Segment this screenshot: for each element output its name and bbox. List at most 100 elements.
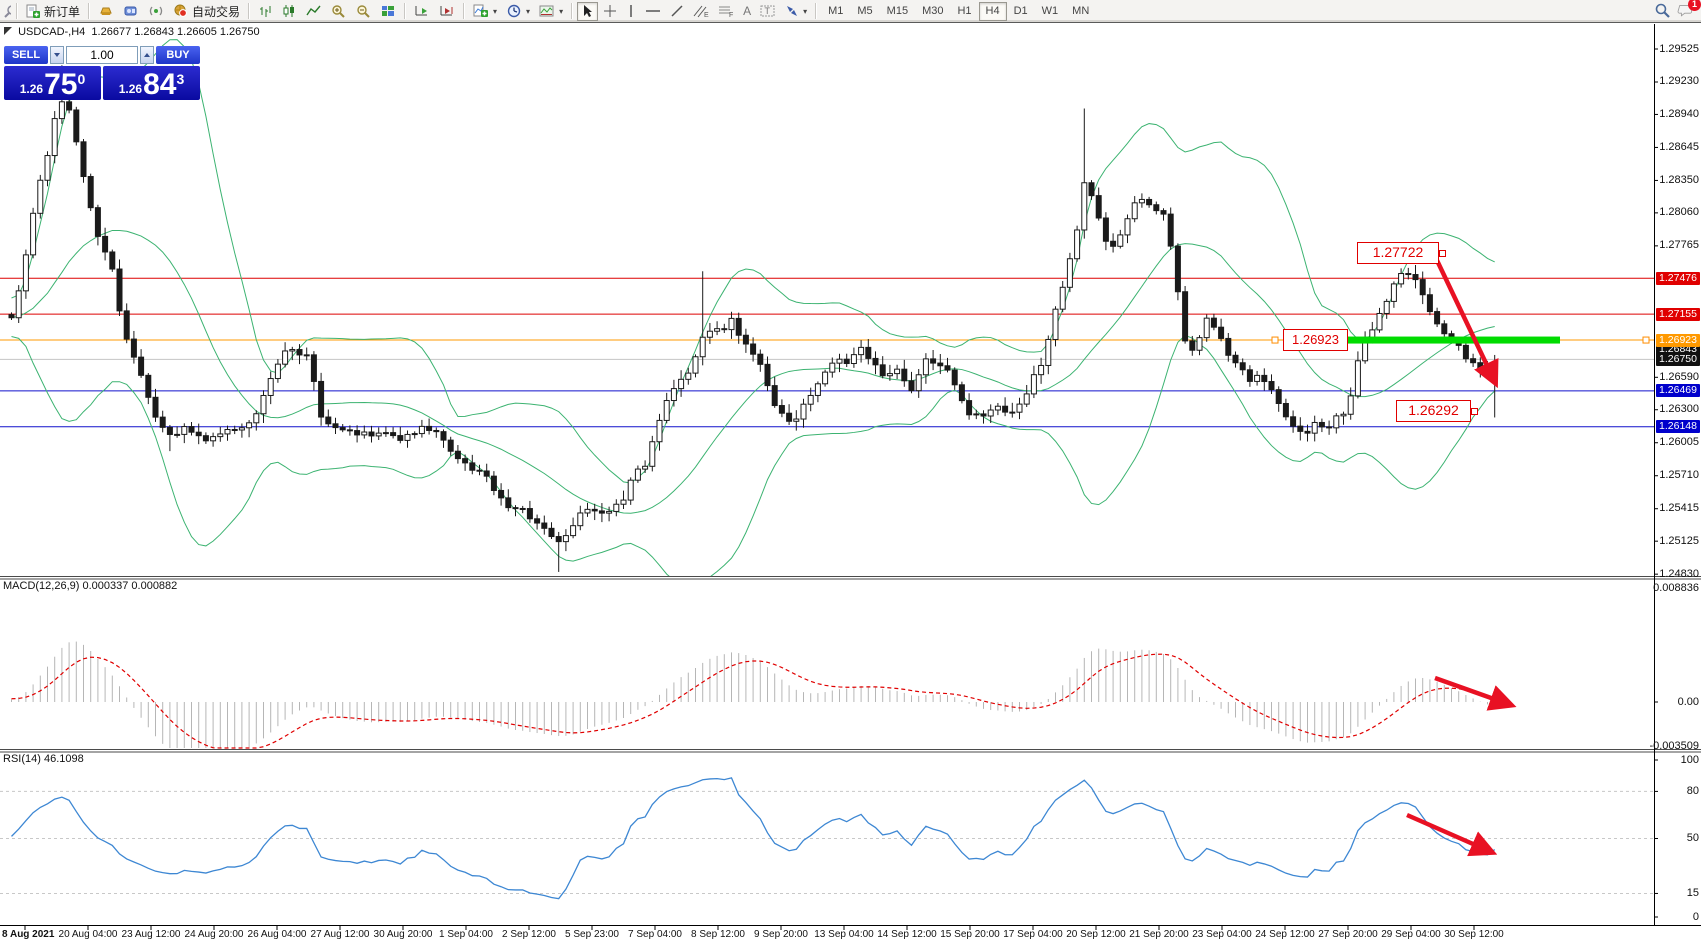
volume-input[interactable]: 1.00 xyxy=(66,46,138,64)
time-label: 2 Sep 12:00 xyxy=(502,929,556,940)
timeframe-H1[interactable]: H1 xyxy=(950,2,978,21)
sell-price-box[interactable]: 1.26 75 0 xyxy=(4,66,101,100)
toolbar-separator xyxy=(88,3,90,19)
text-button[interactable]: A xyxy=(739,2,755,21)
indicators-button[interactable]: ▾ xyxy=(469,2,501,21)
time-label: 8 Sep 12:00 xyxy=(691,929,745,940)
tile-windows-button[interactable] xyxy=(376,2,400,21)
timeframe-M1[interactable]: M1 xyxy=(821,2,850,21)
autotrading-label: 自动交易 xyxy=(192,3,240,20)
time-label: 5 Sep 23:00 xyxy=(565,929,619,940)
volume-increase-button[interactable] xyxy=(140,46,154,64)
collapse-icon[interactable] xyxy=(4,27,12,35)
toolbar-separator xyxy=(248,3,250,19)
price-tick-label: 1.27765 xyxy=(1659,239,1699,252)
arrows-icon xyxy=(785,4,799,18)
buy-price-box[interactable]: 1.26 84 3 xyxy=(103,66,200,100)
signals-button[interactable] xyxy=(144,2,168,21)
new-order-icon xyxy=(26,4,41,19)
bar-chart-button[interactable] xyxy=(254,2,277,21)
crosshair-icon xyxy=(603,4,617,18)
new-order-button[interactable]: 新订单 xyxy=(22,2,84,21)
buy-price-pip: 3 xyxy=(176,71,184,87)
time-label: 26 Aug 04:00 xyxy=(248,929,307,940)
market-watch-button[interactable] xyxy=(94,2,118,21)
cursor-button[interactable] xyxy=(577,2,598,21)
sell-button[interactable]: SELL xyxy=(4,46,48,64)
price-marker-label: 1.26469 xyxy=(1656,384,1700,397)
vertical-line-button[interactable] xyxy=(622,2,640,21)
rsi-label: RSI(14) 46.1098 xyxy=(3,753,84,765)
price-marker-label: 1.27476 xyxy=(1656,272,1700,285)
annotation-high[interactable]: 1.27722 xyxy=(1357,242,1439,264)
fibonacci-button[interactable]: F xyxy=(714,2,738,21)
timeframe-M15[interactable]: M15 xyxy=(880,2,915,21)
price-tick-label: 80 xyxy=(1687,785,1699,798)
svg-text:E: E xyxy=(704,12,709,18)
cursor-icon xyxy=(581,4,594,18)
autotrading-button[interactable]: 自动交易 xyxy=(169,2,244,21)
templates-button[interactable]: ▾ xyxy=(535,2,567,21)
price-tick-label: 1.24830 xyxy=(1659,568,1699,581)
auto-scroll-button[interactable] xyxy=(410,2,434,21)
periods-button[interactable]: ▾ xyxy=(502,2,534,21)
price-tick-label: 1.26005 xyxy=(1659,436,1699,449)
price-tick-label: 1.28645 xyxy=(1659,141,1699,154)
notifications-icon[interactable]: 1 xyxy=(1677,3,1695,19)
annotation-anchor xyxy=(1471,408,1478,415)
channel-button[interactable]: E xyxy=(689,2,713,21)
new-order-label: 新订单 xyxy=(44,3,80,20)
horizontal-line-icon xyxy=(645,4,661,18)
annotation-mid[interactable]: 1.26923 xyxy=(1283,329,1348,351)
price-tick-label: 1.25415 xyxy=(1659,502,1699,515)
trendline-icon xyxy=(670,4,684,18)
price-tick-label: 50 xyxy=(1687,832,1699,845)
time-label: 29 Sep 04:00 xyxy=(1381,929,1441,940)
timeframe-D1[interactable]: D1 xyxy=(1007,2,1035,21)
price-axis[interactable]: 1.295251.292301.289401.286451.283501.280… xyxy=(1655,0,1701,943)
search-icon[interactable] xyxy=(1654,3,1671,19)
toolbar-separator xyxy=(815,3,817,19)
price-tick-label: 0 xyxy=(1693,911,1699,924)
price-tick-label: 15 xyxy=(1687,887,1699,900)
volume-decrease-button[interactable] xyxy=(50,46,64,64)
price-tick-label: 1.25125 xyxy=(1659,535,1699,548)
navigator-button[interactable] xyxy=(119,2,143,21)
horizontal-line-button[interactable] xyxy=(641,2,665,21)
zoom-in-button[interactable] xyxy=(326,2,350,21)
mt4-window: 新订单 自动交易 ▾ ▾ ▾ E F A T ▾ M xyxy=(0,0,1701,943)
timeframe-W1[interactable]: W1 xyxy=(1035,2,1066,21)
arrows-button[interactable]: ▾ xyxy=(781,2,811,21)
timeframe-M5[interactable]: M5 xyxy=(850,2,879,21)
time-axis[interactable]: 8 Aug 202120 Aug 04:0023 Aug 12:0024 Aug… xyxy=(0,928,1654,943)
crosshair-button[interactable] xyxy=(599,2,621,21)
line-chart-button[interactable] xyxy=(302,2,325,21)
trendline-button[interactable] xyxy=(666,2,688,21)
chart-canvas[interactable] xyxy=(0,0,1701,943)
candlestick-button[interactable] xyxy=(278,2,301,21)
price-tick-label: 0.00 xyxy=(1678,696,1699,709)
zoom-out-button[interactable] xyxy=(351,2,375,21)
signals-icon xyxy=(148,4,164,18)
buy-price-big: 84 xyxy=(143,71,176,99)
time-label: 27 Aug 12:00 xyxy=(311,929,370,940)
timeframe-H4[interactable]: H4 xyxy=(979,2,1007,21)
time-label: 9 Sep 20:00 xyxy=(754,929,808,940)
chart-shift-button[interactable] xyxy=(435,2,459,21)
chart-ohlc: 1.26677 1.26843 1.26605 1.26750 xyxy=(91,26,259,38)
clipped-icon[interactable] xyxy=(0,1,12,22)
text-label-button[interactable]: T xyxy=(756,2,780,21)
tile-windows-icon xyxy=(380,4,396,18)
one-click-trading-panel: SELL 1.00 BUY 1.26 75 0 1.26 84 3 xyxy=(4,46,200,100)
annotation-low[interactable]: 1.26292 xyxy=(1396,400,1471,422)
time-label: 15 Sep 20:00 xyxy=(940,929,1000,940)
timeframe-M30[interactable]: M30 xyxy=(915,2,950,21)
price-tick-label: 0.008836 xyxy=(1653,582,1699,595)
price-tick-label: 1.26300 xyxy=(1659,403,1699,416)
sell-price-pip: 0 xyxy=(77,71,85,87)
market-watch-icon xyxy=(98,4,114,18)
timeframe-MN[interactable]: MN xyxy=(1065,2,1096,21)
buy-button[interactable]: BUY xyxy=(156,46,200,64)
navigator-icon xyxy=(123,4,139,18)
vertical-line-icon xyxy=(626,4,636,18)
